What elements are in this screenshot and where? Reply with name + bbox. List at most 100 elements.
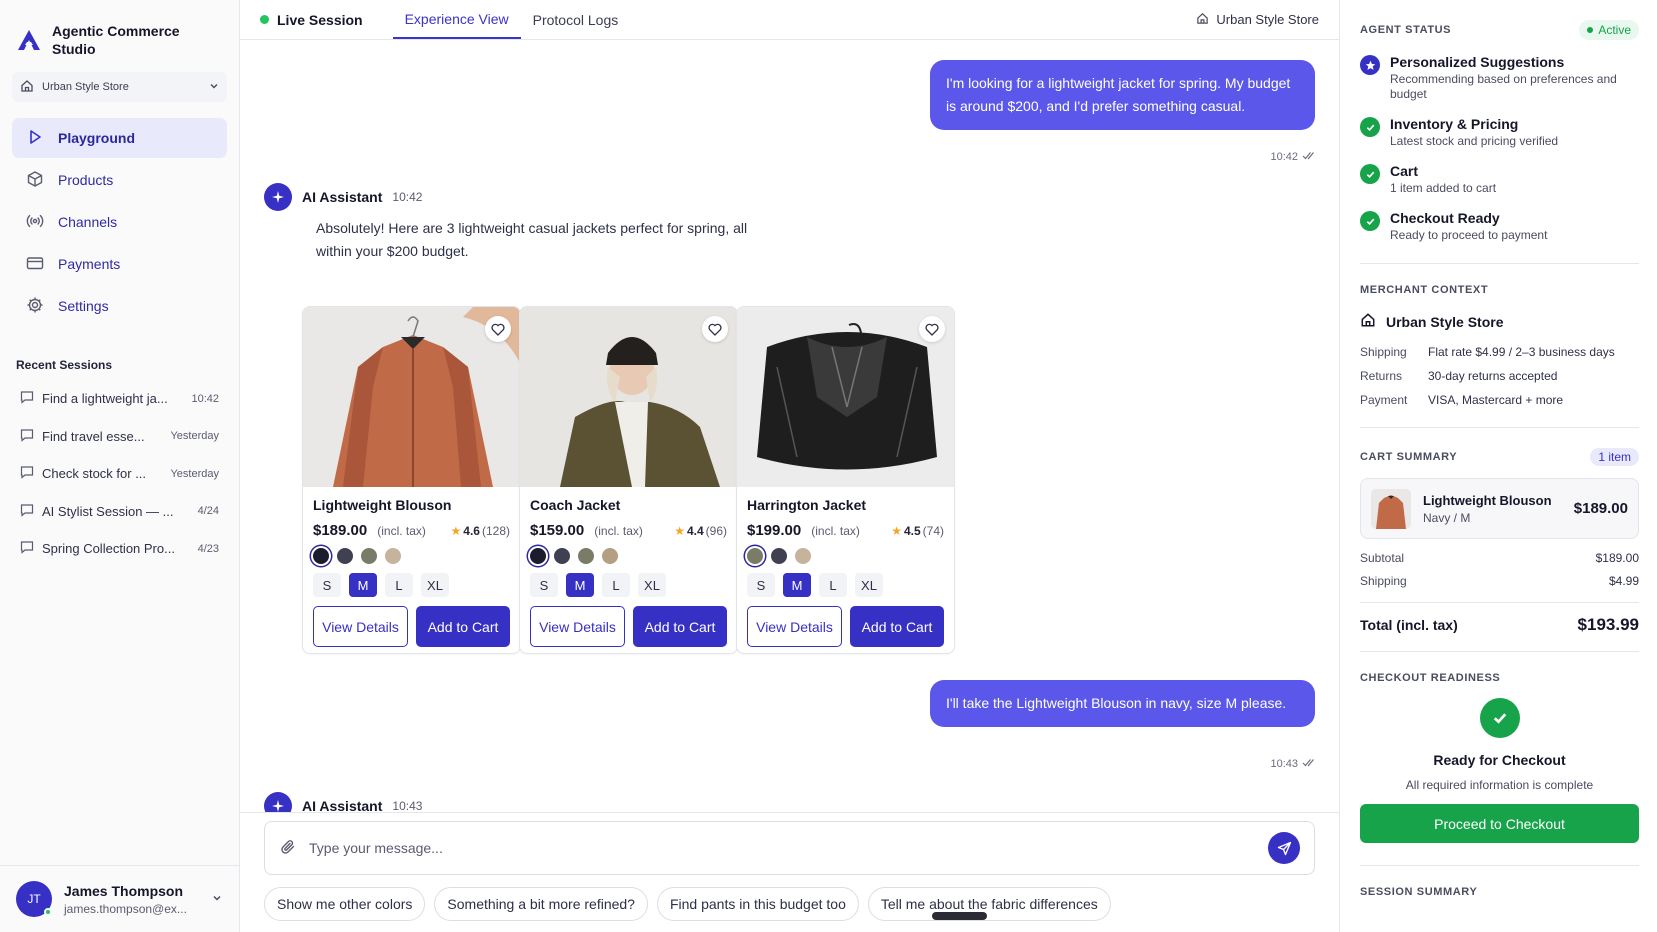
chat-thread: I'm looking for a lightweight jacket for… [240,40,1339,932]
add-to-cart-button[interactable]: Add to Cart [850,606,944,647]
size-option[interactable]: L [819,573,847,597]
shipping-label: Shipping [1360,574,1407,588]
color-swatch[interactable] [530,548,546,564]
rating-count: (128) [481,523,510,538]
color-swatch[interactable] [361,548,377,564]
divider [1360,263,1639,264]
size-option[interactable]: XL [638,573,666,597]
suggestion-chip[interactable]: Tell me about the fabric differences [867,887,1111,921]
session-label: Spring Collection Pro... [42,541,175,557]
color-swatch[interactable] [771,548,787,564]
session-label: Find travel esse... [42,428,145,444]
list-item[interactable]: AI Stylist Session — ... 4/24 [0,493,239,531]
main-panel: Live Session Experience View Protocol Lo… [240,0,1339,932]
color-swatch[interactable] [578,548,594,564]
cart-summary-header: CART SUMMARY 1 item [1360,448,1639,466]
chat-bubble-icon [20,428,34,445]
status-item: Checkout Ready Ready to proceed to payme… [1360,210,1639,243]
agent-status-title: AGENT STATUS [1360,24,1452,36]
brand-logo-icon [16,27,42,53]
color-swatch[interactable] [313,548,329,564]
list-item[interactable]: Check stock for ... Yesterday [0,455,239,493]
add-to-cart-button[interactable]: Add to Cart [633,606,727,647]
checkout-readiness-title: CHECKOUT READINESS [1360,672,1501,684]
product-rating: ★ 4.6 (128) [451,524,510,538]
cart-item-name: Lightweight Blouson [1423,492,1552,508]
view-details-button[interactable]: View Details [747,606,842,647]
list-item[interactable]: Find travel esse... Yesterday [0,418,239,456]
send-icon [1277,841,1291,855]
size-option[interactable]: XL [855,573,883,597]
view-details-button[interactable]: View Details [313,606,408,647]
merchant-store-name: Urban Style Store [1386,313,1504,330]
nav-item-payments[interactable]: Payments [12,244,227,284]
message-input[interactable] [309,840,1256,856]
send-button[interactable] [1268,832,1300,864]
nav-item-channels[interactable]: Channels [12,202,227,242]
nav-item-playground[interactable]: Playground [12,118,227,158]
favorite-heart-icon[interactable] [702,316,728,342]
nav-label: Products [58,172,114,188]
shipping-row: Shipping $4.99 [1360,574,1639,588]
status-badge-label: Active [1598,23,1631,37]
nav-item-settings[interactable]: Settings [12,286,227,326]
color-swatches [530,548,727,564]
add-to-cart-button[interactable]: Add to Cart [416,606,510,647]
user-menu[interactable]: JT James Thompson james.thompson@ex... [0,865,239,932]
nav-label: Channels [58,214,118,230]
size-option[interactable]: M [349,573,377,597]
suggestion-chip[interactable]: Find pants in this budget too [656,887,859,921]
status-item: Inventory & Pricing Latest stock and pri… [1360,116,1639,149]
rating-value: 4.4 [686,523,704,538]
color-swatch[interactable] [795,548,811,564]
subtotal-label: Subtotal [1360,551,1405,565]
color-swatch[interactable] [385,548,401,564]
session-label: Check stock for ... [42,466,147,482]
size-option[interactable]: S [313,573,341,597]
agent-status-header: AGENT STATUS Active [1360,20,1639,40]
store-selector[interactable]: Urban Style Store [12,72,227,102]
favorite-heart-icon[interactable] [919,316,945,342]
favorite-heart-icon[interactable] [485,316,511,342]
color-swatch[interactable] [554,548,570,564]
check-circle-icon [1360,211,1380,231]
list-item[interactable]: Spring Collection Pro... 4/23 [0,530,239,568]
scroll-handle[interactable] [932,912,987,920]
color-swatch[interactable] [602,548,618,564]
product-card: Lightweight Blouson $189.00 (incl. tax) … [302,306,521,654]
list-item[interactable]: Find a lightweight ja... 10:42 [0,380,239,418]
session-time: 4/24 [197,505,219,518]
store-selector-label: Urban Style Store [42,81,129,93]
tab-protocol-logs[interactable]: Protocol Logs [521,0,631,39]
suggestion-chip[interactable]: Show me other colors [264,887,426,921]
proceed-to-checkout-button[interactable]: Proceed to Checkout [1360,804,1639,843]
size-option[interactable]: XL [421,573,449,597]
size-option[interactable]: M [783,573,811,597]
paperclip-icon[interactable] [279,838,297,859]
size-option[interactable]: L [385,573,413,597]
color-swatch[interactable] [747,548,763,564]
merchant-row: Returns 30-day returns accepted [1360,369,1639,383]
size-option[interactable]: L [602,573,630,597]
view-details-button[interactable]: View Details [530,606,625,647]
recent-sessions-list: Find a lightweight ja... 10:42 Find trav… [0,380,239,568]
tab-experience-view[interactable]: Experience View [392,0,521,39]
home-icon [20,79,34,96]
color-swatch[interactable] [337,548,353,564]
message-time: 10:43 [1270,758,1298,770]
size-option[interactable]: S [747,573,775,597]
merchant-row-key: Returns [1360,369,1403,383]
sparkle-icon [264,183,292,211]
nav-item-products[interactable]: Products [12,160,227,200]
cart-item[interactable]: Lightweight Blouson Navy / M $189.00 [1360,478,1639,539]
size-option[interactable]: M [566,573,594,597]
brand-name: Agentic Commerce Studio [52,23,180,57]
chat-bubble-icon [20,465,34,482]
suggestion-chip[interactable]: Something a bit more refined? [434,887,648,921]
size-option[interactable]: S [530,573,558,597]
status-title: Cart [1390,163,1419,179]
user-name: James Thompson [64,882,184,899]
nav-label: Settings [58,298,109,314]
right-panel: AGENT STATUS Active Personalized Suggest… [1339,0,1657,932]
status-title: Personalized Suggestions [1390,54,1565,70]
